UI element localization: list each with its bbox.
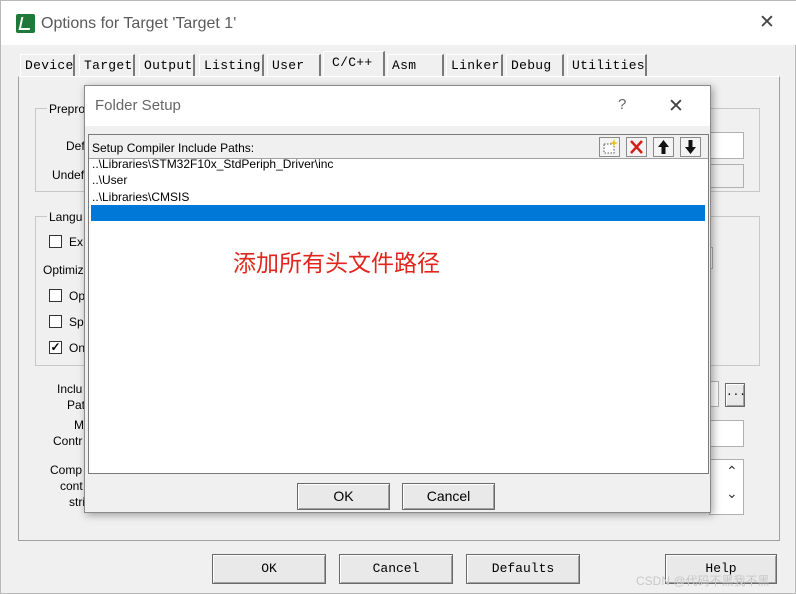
language-group-label: Langu xyxy=(47,210,85,224)
annotation-note: 添加所有头文件路径 xyxy=(233,251,440,277)
include-paths-browse-button[interactable]: ... xyxy=(725,383,746,407)
dialog-close-button[interactable]: ✕ xyxy=(668,95,684,118)
scroll-up-icon[interactable]: ⌃ xyxy=(726,463,738,480)
delete-button[interactable] xyxy=(626,137,647,157)
new-item-icon xyxy=(603,139,618,154)
cancel-button[interactable]: Cancel xyxy=(339,554,453,584)
tab-linker[interactable]: Linker xyxy=(446,54,503,76)
define-input[interactable] xyxy=(709,132,744,159)
tab-device[interactable]: Device xyxy=(20,54,75,76)
tab-listing[interactable]: Listing xyxy=(199,54,264,76)
dialog-title-bar: Folder Setup ? ✕ xyxy=(85,86,710,126)
sp-checkbox[interactable] xyxy=(49,315,62,328)
list-header-label: Setup Compiler Include Paths: xyxy=(92,141,255,155)
on-checkbox-checked[interactable]: ✓ xyxy=(49,341,62,354)
op-label: Op xyxy=(69,289,86,303)
dialog-title: Folder Setup xyxy=(95,97,181,114)
on-label: On xyxy=(69,341,86,355)
title-bar: Options for Target 'Target 1' ✕ xyxy=(1,1,796,45)
folder-setup-dialog: Folder Setup ? ✕ Setup Compiler Include … xyxy=(84,85,711,513)
misc-controls-label-2: Contr xyxy=(53,434,83,448)
misc-controls-input[interactable] xyxy=(709,420,744,447)
optimize-label: Optimiz xyxy=(43,263,84,277)
delete-x-icon xyxy=(630,140,643,154)
move-down-button[interactable] xyxy=(680,137,701,157)
ex-checkbox[interactable] xyxy=(49,235,62,248)
undefine-input[interactable] xyxy=(709,164,744,188)
window-title: Options for Target 'Target 1' xyxy=(41,15,237,32)
list-body: ..\Libraries\STM32F10x_StdPeriph_Driver\… xyxy=(89,157,708,473)
window-close-button[interactable]: ✕ xyxy=(757,13,777,33)
move-up-button[interactable] xyxy=(653,137,674,157)
undefine-label: Undef xyxy=(52,168,85,182)
tab-output[interactable]: Output xyxy=(139,54,195,76)
ex-label: Ex xyxy=(69,235,84,249)
sp-label: Sp xyxy=(69,315,84,329)
ok-button[interactable]: OK xyxy=(212,554,326,584)
arrow-up-icon xyxy=(658,140,669,154)
tab-c-cpp[interactable]: C/C++ xyxy=(323,51,385,77)
csdn-watermark: CSDN @代码不黑我不黑 xyxy=(636,574,770,588)
arrow-down-icon xyxy=(685,140,696,154)
compiler-control-label-3: stri xyxy=(69,495,85,509)
list-item[interactable]: ..\Libraries\STM32F10x_StdPeriph_Driver\… xyxy=(91,156,333,172)
tab-asm[interactable]: Asm xyxy=(387,54,444,76)
tab-target[interactable]: Target xyxy=(79,54,135,76)
new-folder-button[interactable] xyxy=(599,137,620,157)
include-paths-label-2: Pat xyxy=(67,398,86,412)
keil-app-icon xyxy=(16,14,35,33)
tab-debug[interactable]: Debug xyxy=(506,54,564,76)
op-checkbox[interactable] xyxy=(49,289,62,302)
defaults-button[interactable]: Defaults xyxy=(466,554,580,584)
compiler-control-label-2: cont xyxy=(60,479,83,493)
list-item[interactable]: ..\Libraries\CMSIS xyxy=(91,189,189,205)
list-item-selected-empty[interactable] xyxy=(91,205,705,221)
misc-controls-label: M xyxy=(74,418,84,432)
scroll-down-icon[interactable]: ⌄ xyxy=(726,485,738,502)
include-paths-label: Inclu xyxy=(57,382,83,396)
tab-user[interactable]: User xyxy=(267,54,321,76)
tab-utilities[interactable]: Utilities xyxy=(567,54,647,76)
compiler-control-label: Comp xyxy=(50,463,83,477)
dialog-help-button[interactable]: ? xyxy=(618,96,626,113)
define-label: Def xyxy=(66,139,85,153)
preprocessor-group-label: Prepro xyxy=(47,102,88,116)
include-paths-list: Setup Compiler Include Paths: ..\Librari… xyxy=(88,134,709,474)
list-item[interactable]: ..\User xyxy=(91,172,127,188)
dialog-ok-button[interactable]: OK xyxy=(297,483,390,510)
dialog-cancel-button[interactable]: Cancel xyxy=(402,483,495,510)
